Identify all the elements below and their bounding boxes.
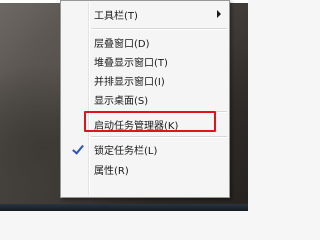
menu-item-label: 工具栏(T) <box>94 10 138 22</box>
menu-gutter <box>63 114 90 134</box>
menu-item-cascade-windows[interactable]: 层叠窗口(D) <box>63 32 227 52</box>
menu-item-label: 堆叠显示窗口(T) <box>94 57 168 69</box>
menu-item-label: 并排显示窗口(I) <box>94 76 165 88</box>
menu-item-start-task-manager[interactable]: 启动任务管理器(K) <box>63 114 227 134</box>
menu-gutter <box>63 139 90 159</box>
menu-item-label: 锁定任务栏(L) <box>94 145 158 157</box>
menu-gutter <box>63 32 90 52</box>
menu-item-label: 启动任务管理器(K) <box>94 120 179 132</box>
menu-item-properties[interactable]: 属性(R) <box>63 159 227 179</box>
menu-separator <box>91 136 227 138</box>
taskbar-context-menu: 工具栏(T) 层叠窗口(D) 堆叠显示窗口(T) 并排显示窗口(I) 显示桌面(… <box>60 0 230 198</box>
menu-item-stacked-windows[interactable]: 堆叠显示窗口(T) <box>63 51 227 71</box>
menu-gutter <box>63 51 90 71</box>
chevron-right-icon <box>217 10 221 18</box>
menu-gutter <box>63 159 90 179</box>
menu-gutter <box>63 89 90 109</box>
menu-item-label: 显示桌面(S) <box>94 95 149 107</box>
menu-separator <box>91 28 227 30</box>
menu-item-lock-taskbar[interactable]: 锁定任务栏(L) <box>63 139 227 159</box>
menu-gutter <box>63 4 90 24</box>
taskbar-edge[interactable] <box>0 204 248 211</box>
menu-item-toolbars[interactable]: 工具栏(T) <box>63 4 227 24</box>
menu-item-label: 层叠窗口(D) <box>94 38 150 50</box>
menu-item-side-by-side-windows[interactable]: 并排显示窗口(I) <box>63 70 227 90</box>
menu-separator <box>91 111 227 113</box>
menu-item-show-desktop[interactable]: 显示桌面(S) <box>63 89 227 109</box>
checkmark-icon <box>73 143 81 155</box>
menu-gutter <box>63 70 90 90</box>
menu-item-label: 属性(R) <box>94 165 129 177</box>
